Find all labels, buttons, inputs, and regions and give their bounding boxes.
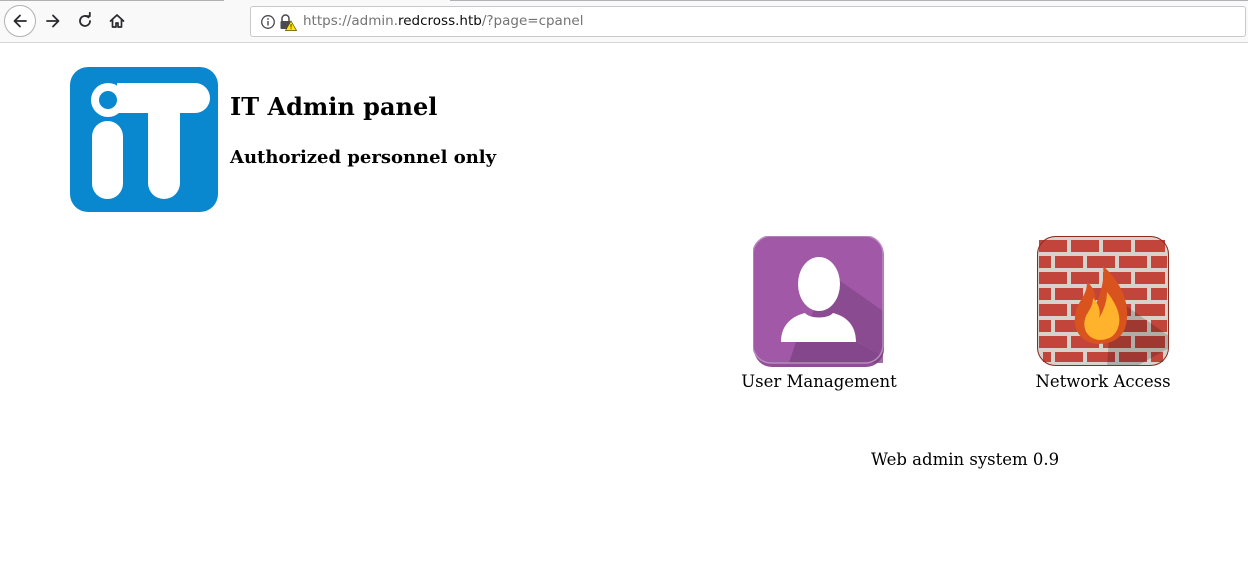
url-path: /?page=cpanel xyxy=(481,13,584,29)
url-host: redcross.htb xyxy=(397,13,482,29)
user-icon[interactable] xyxy=(753,236,885,368)
back-button[interactable] xyxy=(4,5,36,37)
url-prefix: https://admin. xyxy=(303,13,398,29)
url-text[interactable]: https://admin.redcross.htb/?page=cpanel xyxy=(303,13,583,29)
browser-toolbar: https://admin.redcross.htb/?page=cpanel xyxy=(0,0,1248,43)
page-subtitle: Authorized personnel only xyxy=(230,147,497,168)
it-logo xyxy=(70,67,218,212)
reload-icon xyxy=(79,12,91,27)
forward-icon xyxy=(46,14,60,28)
home-button[interactable] xyxy=(102,6,132,36)
reload-button[interactable] xyxy=(70,6,100,36)
tab-edge xyxy=(450,0,1248,1)
info-icon[interactable] xyxy=(260,14,276,30)
firewall-icon[interactable] xyxy=(1037,236,1169,368)
tab-edge xyxy=(0,0,224,1)
back-icon xyxy=(13,14,27,28)
user-management-link[interactable]: User Management xyxy=(738,236,900,396)
forward-button[interactable] xyxy=(38,6,68,36)
user-management-label[interactable]: User Management xyxy=(738,372,900,391)
insecure-lock-icon[interactable] xyxy=(279,14,297,31)
network-access-label[interactable]: Network Access xyxy=(1027,372,1179,391)
page-title: IT Admin panel xyxy=(230,92,438,121)
footer-version: Web admin system 0.9 xyxy=(871,450,1060,469)
home-icon xyxy=(109,14,125,28)
network-access-link[interactable]: Network Access xyxy=(1027,236,1179,396)
url-bar[interactable]: https://admin.redcross.htb/?page=cpanel xyxy=(250,6,1246,37)
